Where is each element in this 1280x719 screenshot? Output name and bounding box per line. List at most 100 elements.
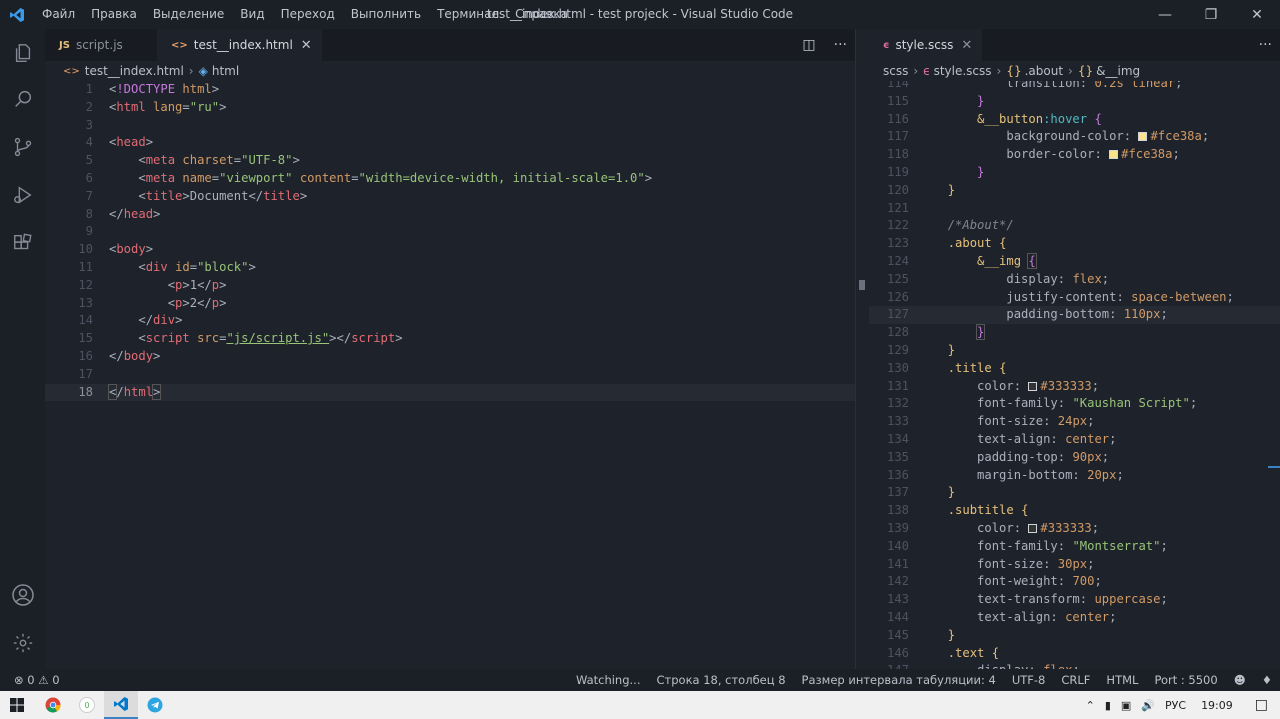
- cursor-position[interactable]: Строка 18, столбец 8: [649, 673, 794, 687]
- breadcrumb-file[interactable]: style.scss: [934, 64, 992, 78]
- code-viewport-right: 114 transition: 0.2s linear; 115 } 116 &…: [869, 81, 1280, 669]
- menu-file[interactable]: Файл: [34, 0, 83, 29]
- element-icon: ◈: [198, 64, 208, 78]
- code-line: 1 <!DOCTYPE html>: [85, 82, 220, 96]
- code-line: 126 justify-content: space-between;: [886, 289, 1234, 304]
- menu-selection[interactable]: Выделение: [145, 0, 232, 29]
- code-line: 123 .about {: [886, 236, 1007, 251]
- code-line: 11 <div id="block">: [78, 259, 256, 274]
- js-file-icon: JS: [59, 39, 70, 51]
- menu-edit[interactable]: Правка: [83, 0, 145, 29]
- restore-icon[interactable]: ❐: [1188, 0, 1234, 29]
- notifications-icon[interactable]: ♦: [1254, 673, 1280, 687]
- code-line: 128 }: [886, 324, 986, 341]
- minimize-icon[interactable]: —: [1142, 0, 1188, 29]
- code-line: 3: [85, 117, 93, 132]
- watching-status[interactable]: Watching...: [568, 673, 649, 687]
- menu-terminal[interactable]: Терминал: [429, 0, 507, 29]
- breadcrumb-folder[interactable]: scss: [883, 64, 908, 78]
- split-editor-icon[interactable]: ◫: [802, 37, 815, 53]
- chevron-right-icon: ›: [188, 64, 194, 78]
- tab-style-scss[interactable]: ϵ style.scss ✕: [869, 29, 983, 61]
- menu-run[interactable]: Выполнить: [343, 0, 429, 29]
- explorer-icon[interactable]: [0, 29, 45, 77]
- windows-start-icon[interactable]: [0, 691, 34, 719]
- chevron-right-icon: ›: [913, 64, 919, 78]
- scrollbar-left[interactable]: [855, 29, 869, 669]
- code-editor-right[interactable]: 114 transition: 0.2s linear; 115 } 116 &…: [869, 81, 1280, 669]
- menu-help[interactable]: Справка: [507, 0, 576, 29]
- code-line: 145 }: [886, 627, 956, 642]
- code-line: 124 &__img {: [886, 252, 1037, 269]
- input-language[interactable]: РУС: [1160, 699, 1191, 712]
- settings-gear-icon[interactable]: [0, 619, 45, 667]
- problems-count[interactable]: ⊗ 0 ⚠ 0: [0, 673, 60, 687]
- close-tab-icon[interactable]: ✕: [961, 38, 972, 53]
- telegram-icon[interactable]: [138, 691, 172, 719]
- search-icon[interactable]: [0, 75, 45, 123]
- account-icon[interactable]: [0, 571, 45, 619]
- tab-test-index-html[interactable]: <> test__index.html ✕: [157, 29, 322, 61]
- chevron-right-icon: ›: [1068, 64, 1073, 78]
- code-line-current: 18 </html>: [45, 383, 855, 402]
- code-line: 119 }: [886, 164, 985, 179]
- node-app-icon[interactable]: 0: [70, 691, 104, 719]
- clock[interactable]: 19:09: [1191, 699, 1243, 712]
- code-line: 133 font-size: 24px;: [886, 414, 1095, 429]
- code-line: 4 <head>: [85, 135, 154, 150]
- feedback-icon[interactable]: ☻: [1226, 673, 1254, 687]
- language-mode[interactable]: HTML: [1098, 673, 1146, 687]
- code-line: 116 &__button:hover {: [886, 111, 1102, 126]
- vscode-taskbar-icon[interactable]: [104, 691, 138, 719]
- code-line: 114 transition: 0.2s linear;: [886, 81, 1183, 90]
- code-line: 141 font-size: 30px;: [886, 556, 1095, 571]
- indent-size[interactable]: Размер интервала табуляции: 4: [794, 673, 1004, 687]
- chevron-right-icon: ›: [996, 64, 1002, 78]
- volume-icon[interactable]: 🔊: [1136, 699, 1160, 712]
- code-line: 125 display: flex;: [886, 271, 1110, 286]
- run-debug-icon[interactable]: [0, 171, 45, 219]
- menu-view[interactable]: Вид: [232, 0, 272, 29]
- code-line-current: 127 padding-bottom: 110px;: [869, 306, 1280, 325]
- selector-icon: {}: [1077, 64, 1094, 78]
- action-center-icon[interactable]: □: [1243, 697, 1280, 713]
- editor-group-right: ϵ style.scss ✕ ··· scss › ϵ style.scss ›…: [869, 29, 1280, 669]
- network-icon[interactable]: ▣: [1116, 699, 1136, 712]
- code-line: 121: [886, 200, 909, 215]
- tab-script-js[interactable]: JS script.js: [45, 29, 157, 61]
- close-icon[interactable]: ✕: [1234, 0, 1280, 29]
- menu-go[interactable]: Переход: [273, 0, 343, 29]
- tab-bar-right: ϵ style.scss ✕ ···: [869, 29, 1280, 61]
- battery-icon[interactable]: ▮: [1100, 699, 1116, 712]
- scrollbar-marker: [1268, 466, 1280, 468]
- code-line: 134 text-align: center;: [886, 431, 1117, 446]
- extensions-icon[interactable]: [0, 219, 45, 267]
- code-line: 143 text-transform: uppercase;: [886, 592, 1168, 607]
- code-line: 138 .subtitle {: [886, 503, 1029, 518]
- code-line: 8 </head>: [85, 206, 161, 221]
- code-line: 118 border-color: #fce38a;: [886, 147, 1180, 162]
- code-line: 132 font-family: "Kaushan Script";: [886, 396, 1198, 411]
- vscode-logo-icon: [0, 0, 34, 29]
- encoding[interactable]: UTF-8: [1004, 673, 1054, 687]
- code-line: 16 </body>: [78, 348, 161, 363]
- more-actions-icon[interactable]: ···: [1259, 37, 1272, 53]
- code-editor-left[interactable]: 1 <!DOCTYPE html> 2 <html lang="ru"> 3 4 <h…: [45, 81, 855, 402]
- breadcrumb-file[interactable]: test__index.html: [85, 64, 184, 78]
- breadcrumb-selector[interactable]: .about: [1025, 64, 1063, 78]
- tab-label: test__index.html: [193, 38, 293, 52]
- tray-chevron-up-icon[interactable]: ⌃: [1081, 699, 1100, 712]
- breadcrumb-selector[interactable]: &__img: [1096, 64, 1140, 78]
- close-tab-icon[interactable]: ✕: [301, 38, 312, 53]
- breadcrumb-element[interactable]: html: [212, 64, 239, 78]
- source-control-icon[interactable]: [0, 123, 45, 171]
- code-line: 15 <script src="js/script.js"></script>: [78, 331, 403, 346]
- scss-file-icon: ϵ: [883, 39, 890, 51]
- chrome-icon[interactable]: [36, 691, 70, 719]
- code-line: 137 }: [886, 485, 956, 500]
- code-line: 131 color: #333333;: [886, 378, 1100, 393]
- more-actions-icon[interactable]: ···: [834, 37, 847, 53]
- line-ending[interactable]: CRLF: [1053, 673, 1098, 687]
- code-line: 130 .title {: [886, 360, 1007, 375]
- live-server-port[interactable]: Port : 5500: [1146, 673, 1225, 687]
